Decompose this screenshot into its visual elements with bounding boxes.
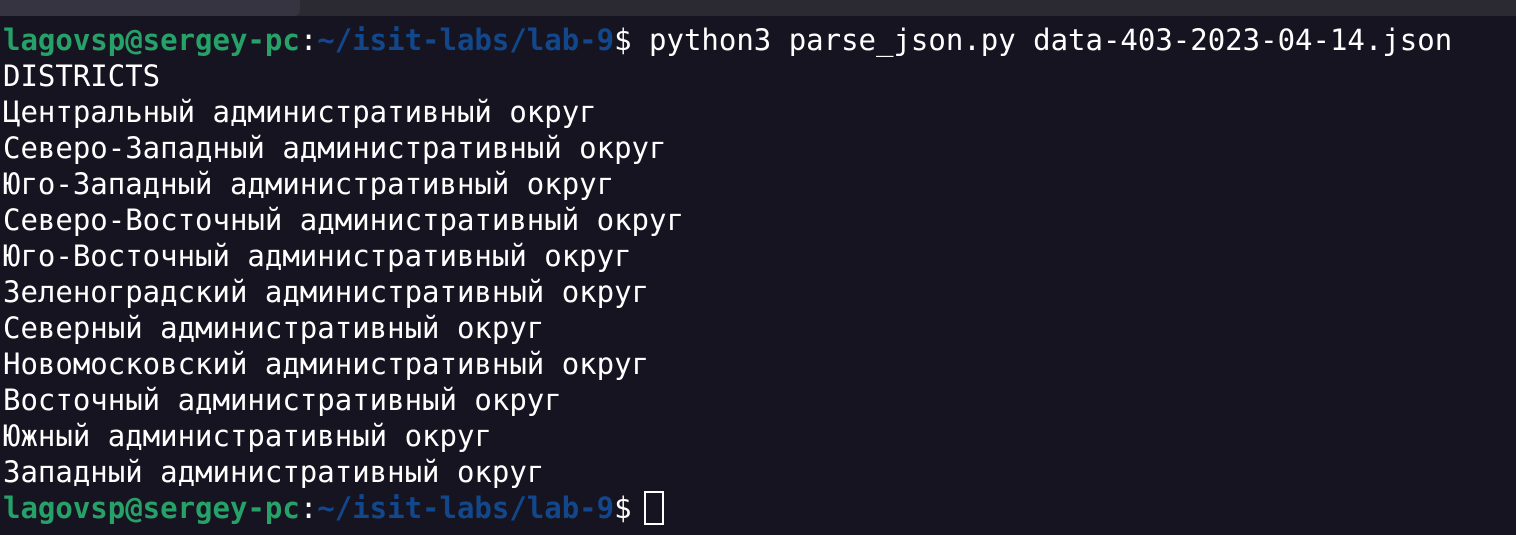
prompt-dollar: $ (614, 491, 632, 525)
output-line: Юго-Западный административный округ (3, 167, 615, 201)
output-line: Восточный административный округ (3, 383, 562, 417)
command-line: lagovsp@sergey-pc:~/isit-labs/lab-9$ pyt… (3, 22, 1516, 58)
prompt-separator: : (299, 23, 318, 57)
tab-edge (0, 0, 300, 16)
prompt-user-host: lagovsp@sergey-pc (3, 23, 300, 57)
output-line: Южный административный округ (3, 419, 492, 453)
output-line: Северо-Западный административный округ (3, 131, 667, 165)
terminal-window[interactable]: lagovsp@sergey-pc:~/isit-labs/lab-9$ pyt… (0, 0, 1516, 535)
output-line: Новомосковский административный округ (3, 347, 650, 381)
prompt-path: ~/isit-labs/lab-9 (317, 23, 615, 57)
window-top-strip (0, 0, 1516, 16)
output-line: Западный административный округ (3, 455, 545, 489)
output-line: Северо-Восточный административный округ (3, 203, 684, 237)
prompt-separator: : (299, 491, 318, 525)
output-line: Северный административный округ (3, 311, 545, 345)
output-line: Центральный административный округ (3, 95, 597, 129)
active-prompt-line[interactable]: lagovsp@sergey-pc:~/isit-labs/lab-9$ (3, 490, 1516, 526)
prompt-user-host: lagovsp@sergey-pc (3, 491, 300, 525)
output-line: DISTRICTS (3, 59, 161, 93)
text-cursor[interactable] (643, 491, 664, 525)
prompt-dollar: $ (614, 23, 632, 57)
executed-command: python3 parse_json.py data-403-2023-04-1… (631, 23, 1453, 57)
output-line: Зеленоградский административный округ (3, 275, 650, 309)
output-line: Юго-Восточный административный округ (3, 239, 632, 273)
terminal-output: lagovsp@sergey-pc:~/isit-labs/lab-9$ pyt… (3, 22, 1516, 526)
prompt-path: ~/isit-labs/lab-9 (317, 491, 615, 525)
